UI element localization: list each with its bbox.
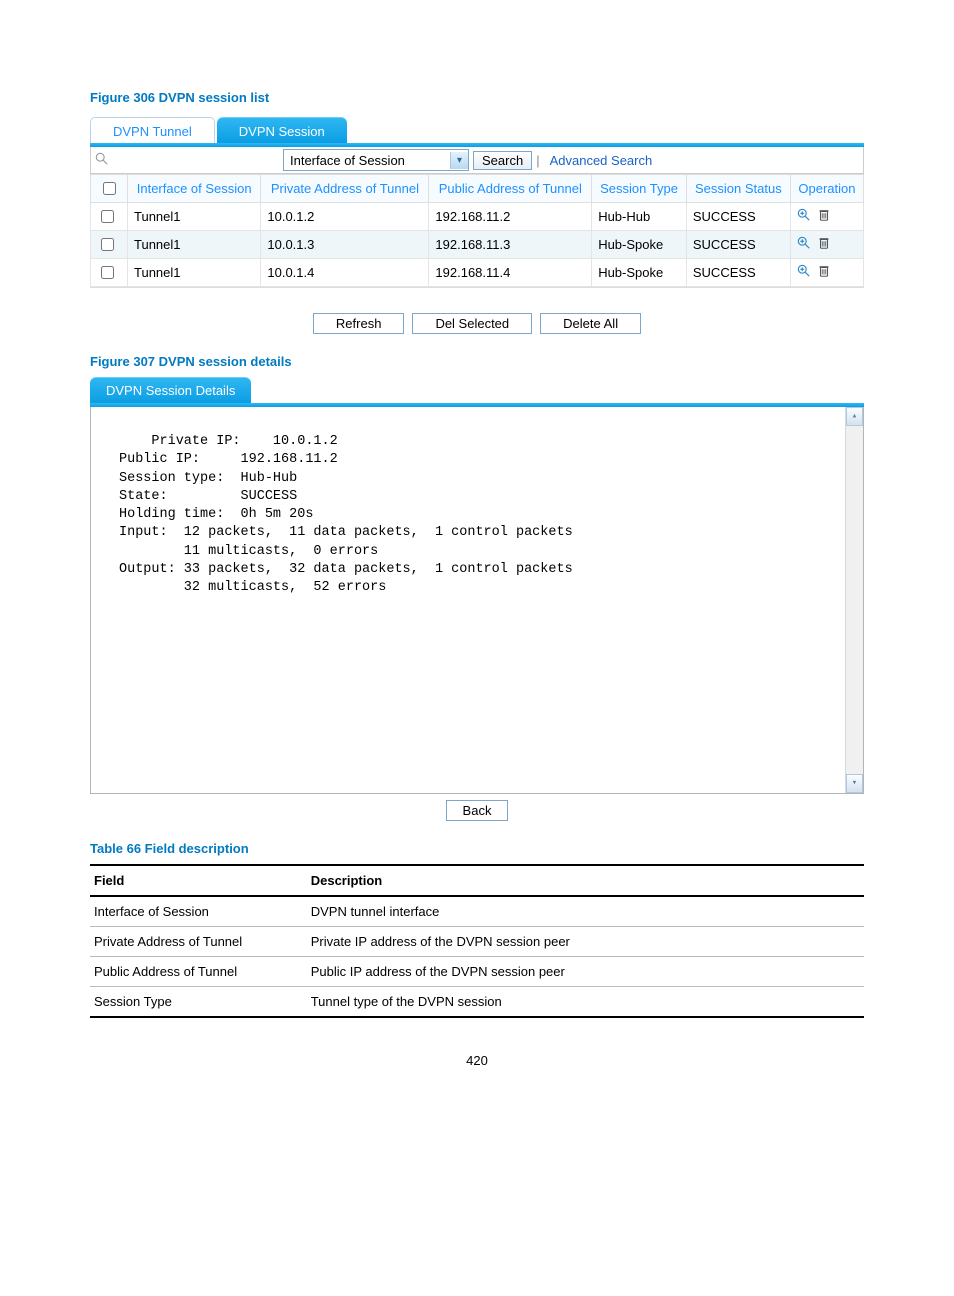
cell-iface: Tunnel1	[128, 231, 261, 259]
col-field: Field	[90, 865, 307, 896]
cell-desc: DVPN tunnel interface	[307, 896, 864, 927]
trash-icon[interactable]	[817, 264, 831, 281]
magnify-plus-icon[interactable]	[797, 236, 811, 253]
cell-field: Public Address of Tunnel	[90, 957, 307, 987]
advanced-search-link[interactable]: Advanced Search	[550, 153, 653, 168]
cell-status: SUCCESS	[686, 259, 790, 287]
dvpn-session-list-screenshot: DVPN Tunnel DVPN Session Interface of Se…	[90, 113, 864, 288]
page-number: 420	[90, 1053, 864, 1068]
cell-desc: Public IP address of the DVPN session pe…	[307, 957, 864, 987]
figure-307-caption: Figure 307 DVPN session details	[90, 354, 864, 369]
search-field-label: Interface of Session	[290, 153, 450, 168]
field-description-table: Field Description Interface of Session D…	[90, 864, 864, 1018]
row-checkbox[interactable]	[101, 238, 114, 251]
cell-desc: Private IP address of the DVPN session p…	[307, 927, 864, 957]
dvpn-session-details-screenshot: DVPN Session Details Private IP: 10.0.1.…	[90, 377, 864, 821]
search-bar: Interface of Session ▾ Search | Advanced…	[90, 147, 864, 174]
tab-dvpn-tunnel[interactable]: DVPN Tunnel	[90, 117, 215, 143]
select-all-checkbox[interactable]	[103, 182, 116, 195]
cell-type: Hub-Spoke	[592, 259, 687, 287]
search-button[interactable]: Search	[473, 151, 532, 170]
session-table: Interface of Session Private Address of …	[90, 174, 864, 287]
cell-priv: 10.0.1.4	[261, 259, 429, 287]
refresh-button[interactable]: Refresh	[313, 313, 405, 334]
table-row: Session Type Tunnel type of the DVPN ses…	[90, 987, 864, 1018]
trash-icon[interactable]	[817, 208, 831, 225]
delete-all-button[interactable]: Delete All	[540, 313, 641, 334]
magnify-plus-icon[interactable]	[797, 264, 811, 281]
table-row: Public Address of Tunnel Public IP addre…	[90, 957, 864, 987]
col-interface: Interface of Session	[128, 175, 261, 203]
cell-field: Private Address of Tunnel	[90, 927, 307, 957]
figure-306-caption: Figure 306 DVPN session list	[90, 90, 864, 105]
search-field-select[interactable]: Interface of Session ▾	[283, 149, 469, 171]
cell-field: Interface of Session	[90, 896, 307, 927]
trash-icon[interactable]	[817, 236, 831, 253]
chevron-down-icon: ▾	[450, 152, 468, 169]
back-button[interactable]: Back	[446, 800, 509, 821]
cell-field: Session Type	[90, 987, 307, 1018]
cell-pub: 192.168.11.3	[429, 231, 592, 259]
table-row: Private Address of Tunnel Private IP add…	[90, 927, 864, 957]
col-private: Private Address of Tunnel	[261, 175, 429, 203]
cell-iface: Tunnel1	[128, 203, 261, 231]
scroll-down-icon[interactable]: ▾	[846, 774, 863, 793]
tab-session-details[interactable]: DVPN Session Details	[90, 377, 251, 403]
cell-status: SUCCESS	[686, 203, 790, 231]
table-row: Tunnel1 10.0.1.4 192.168.11.4 Hub-Spoke …	[91, 259, 864, 287]
cell-status: SUCCESS	[686, 231, 790, 259]
cell-priv: 10.0.1.3	[261, 231, 429, 259]
table-row: Interface of Session DVPN tunnel interfa…	[90, 896, 864, 927]
divider: |	[536, 153, 539, 168]
table-row: Tunnel1 10.0.1.3 192.168.11.3 Hub-Spoke …	[91, 231, 864, 259]
cell-priv: 10.0.1.2	[261, 203, 429, 231]
cell-type: Hub-Spoke	[592, 231, 687, 259]
col-status: Session Status	[686, 175, 790, 203]
row-checkbox[interactable]	[101, 210, 114, 223]
row-checkbox[interactable]	[101, 266, 114, 279]
tab-bar: DVPN Tunnel DVPN Session	[90, 113, 864, 143]
session-details-text: Private IP: 10.0.1.2 Public IP: 192.168.…	[90, 407, 864, 794]
col-public: Public Address of Tunnel	[429, 175, 592, 203]
col-type: Session Type	[592, 175, 687, 203]
scrollbar[interactable]: ▴ ▾	[845, 407, 863, 793]
cell-pub: 192.168.11.2	[429, 203, 592, 231]
col-desc: Description	[307, 865, 864, 896]
cell-pub: 192.168.11.4	[429, 259, 592, 287]
tab-dvpn-session[interactable]: DVPN Session	[217, 117, 347, 143]
magnify-plus-icon[interactable]	[797, 208, 811, 225]
del-selected-button[interactable]: Del Selected	[412, 313, 532, 334]
col-operation: Operation	[790, 175, 863, 203]
table-row: Tunnel1 10.0.1.2 192.168.11.2 Hub-Hub SU…	[91, 203, 864, 231]
scroll-up-icon[interactable]: ▴	[846, 407, 863, 426]
action-buttons: Refresh Del Selected Delete All	[90, 313, 864, 334]
table-66-caption: Table 66 Field description	[90, 841, 864, 856]
cell-desc: Tunnel type of the DVPN session	[307, 987, 864, 1018]
cell-type: Hub-Hub	[592, 203, 687, 231]
details-content: Private IP: 10.0.1.2 Public IP: 192.168.…	[119, 434, 573, 595]
search-icon	[95, 152, 109, 169]
cell-iface: Tunnel1	[128, 259, 261, 287]
